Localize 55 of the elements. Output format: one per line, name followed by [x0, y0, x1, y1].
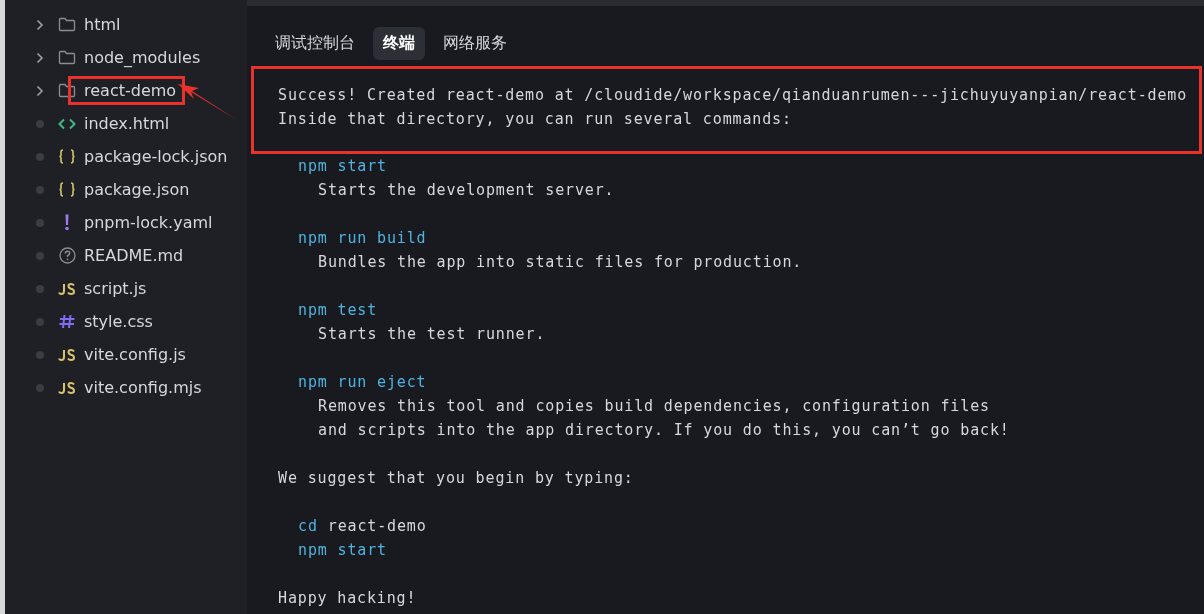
panel-tab[interactable]: 终端 [373, 27, 425, 60]
command-text: npm test [298, 300, 378, 321]
folder-icon [58, 17, 76, 32]
terminal-line: Starts the development server. [317, 180, 616, 201]
panel-tab[interactable]: 调试控制台 [265, 27, 365, 60]
terminal-line: and scripts into the app directory. If you do this, you can’t go back! [317, 420, 1011, 441]
hash-icon [58, 314, 76, 329]
file-name[interactable]: README.md [81, 241, 187, 270]
file-name[interactable]: react-demo [68, 76, 186, 105]
curly-braces-icon [58, 149, 76, 164]
command-text: npm run eject [298, 372, 427, 393]
status-dot-icon [36, 119, 44, 128]
js-file-icon [58, 282, 76, 295]
file-name[interactable]: pnpm-lock.yaml [81, 208, 216, 237]
js-file-icon [58, 348, 76, 361]
command-text: cd [298, 516, 318, 537]
terminal-line: We suggest that you begin by typing: [278, 468, 635, 489]
file-name[interactable]: vite.config.js [81, 340, 189, 369]
file-name[interactable]: vite.config.mjs [81, 373, 205, 402]
file-name[interactable]: node_modules [81, 43, 204, 72]
folder-icon [58, 83, 76, 98]
file-name[interactable]: package-lock.json [81, 142, 231, 171]
file-name[interactable]: style.css [81, 307, 156, 336]
panel-tab[interactable]: 网络服务 [433, 27, 517, 60]
status-dot-icon [36, 317, 44, 326]
terminal-line: Starts the test runner. [317, 324, 547, 345]
terminal-line: Success! Created react-demo at /cloudide/workspace/qianduanrumen---jichuyuyanpian/react-demo [278, 85, 1189, 106]
terminal-line: Inside that directory, you can run several commands: [278, 109, 793, 130]
terminal-line: Bundles the app into static files for production. [317, 252, 804, 273]
curly-braces-icon [58, 182, 76, 197]
exclamation-icon [64, 214, 70, 231]
status-dot-icon [36, 251, 44, 260]
file-name[interactable]: html [81, 10, 124, 39]
js-file-icon [58, 381, 76, 394]
status-dot-icon [36, 218, 44, 227]
chevron-right-icon[interactable] [36, 51, 44, 64]
command-text: npm start [298, 540, 387, 561]
status-dot-icon [36, 383, 44, 392]
file-name[interactable]: script.js [81, 274, 150, 303]
status-dot-icon [36, 185, 44, 194]
terminal-line: Happy hacking! [278, 588, 418, 609]
chevron-right-icon[interactable] [36, 18, 44, 31]
status-dot-icon [36, 350, 44, 359]
chevron-right-icon[interactable] [36, 84, 44, 97]
command-text: npm run build [298, 228, 427, 249]
file-name[interactable]: index.html [81, 109, 173, 138]
terminal-line: Removes this tool and copies build dependencies, configuration files [317, 396, 991, 417]
file-name[interactable]: package.json [81, 175, 193, 204]
code-brackets-icon [58, 117, 76, 130]
status-dot-icon [36, 152, 44, 161]
command-text: npm start [298, 156, 387, 177]
command-argument: react-demo [327, 516, 427, 537]
question-circle-icon [58, 247, 76, 264]
folder-icon [58, 50, 76, 65]
status-dot-icon [36, 284, 44, 293]
